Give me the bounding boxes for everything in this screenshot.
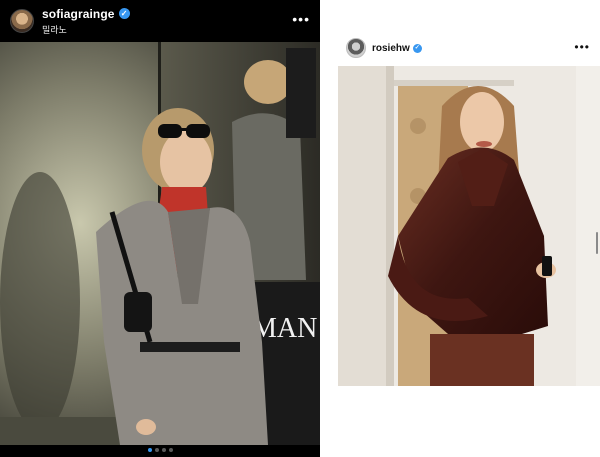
username[interactable]: sofiagrainge bbox=[42, 7, 115, 21]
username[interactable]: rosiehw bbox=[372, 43, 410, 54]
sign-text: MAN bbox=[252, 313, 317, 344]
carousel-dot bbox=[147, 448, 152, 452]
scroll-indicator bbox=[596, 232, 598, 254]
username-row: sofiagrainge ✓ bbox=[42, 7, 130, 21]
photo-illustration: MAN bbox=[0, 42, 320, 445]
avatar[interactable] bbox=[10, 9, 34, 33]
post-sofiagrainge: sofiagrainge ✓ 밀라노 ••• MAN bbox=[0, 0, 320, 457]
post-header: sofiagrainge ✓ 밀라노 ••• bbox=[0, 0, 320, 42]
more-options-icon[interactable]: ••• bbox=[292, 12, 310, 26]
more-options-icon[interactable]: ••• bbox=[574, 41, 590, 53]
photo-illustration bbox=[338, 66, 600, 386]
carousel-dot bbox=[161, 448, 166, 452]
post-photo[interactable] bbox=[338, 66, 600, 386]
post-rosiehw: rosiehw ✓ ••• bbox=[338, 32, 600, 390]
post-header: rosiehw ✓ ••• bbox=[338, 32, 600, 64]
carousel-indicator bbox=[0, 448, 320, 454]
post-photo[interactable]: MAN bbox=[0, 42, 320, 445]
location-label[interactable]: 밀라노 bbox=[42, 23, 130, 36]
verified-badge-icon: ✓ bbox=[118, 8, 130, 19]
user-info: sofiagrainge ✓ 밀라노 bbox=[42, 7, 130, 36]
verified-badge-icon: ✓ bbox=[412, 43, 422, 53]
carousel-dot bbox=[168, 448, 173, 452]
avatar[interactable] bbox=[346, 38, 366, 58]
carousel-dot bbox=[154, 448, 159, 452]
